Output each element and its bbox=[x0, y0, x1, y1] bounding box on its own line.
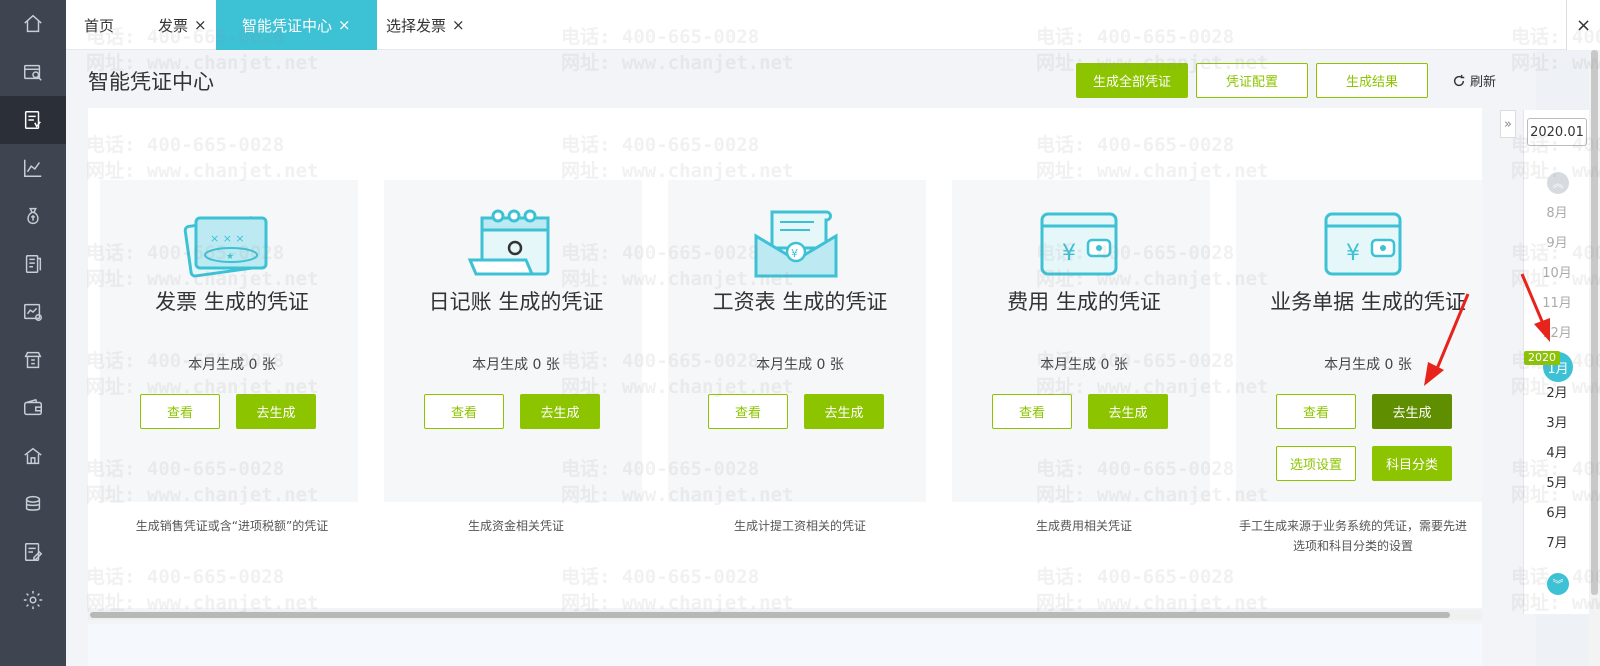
svg-text:¥: ¥ bbox=[1062, 241, 1076, 266]
chevron-down-icon[interactable]: ︾ bbox=[1547, 573, 1569, 595]
invoice-ticket-icon: × × × ★ bbox=[183, 216, 268, 278]
card-title: 工资表 生成的凭证 bbox=[712, 290, 888, 314]
option-settings-button[interactable]: 选项设置 bbox=[1276, 446, 1356, 481]
month-item[interactable]: 9月 bbox=[1524, 232, 1590, 251]
month-item[interactable]: 11月 bbox=[1524, 292, 1590, 311]
lower-panel bbox=[88, 624, 1482, 666]
refresh-icon bbox=[1453, 74, 1465, 86]
card-title: 日记账 生成的凭证 bbox=[428, 290, 604, 314]
salary-envelope-icon: ¥ bbox=[754, 210, 838, 278]
card-count: 本月生成 0 张 bbox=[1040, 357, 1128, 373]
period-input[interactable]: 2020.01 bbox=[1527, 118, 1587, 146]
view-button[interactable]: 查看 bbox=[1276, 394, 1356, 429]
card-title: 发票 生成的凭证 bbox=[155, 290, 309, 314]
tab-home[interactable]: 首页 bbox=[84, 0, 114, 50]
month-item[interactable]: 10月 bbox=[1524, 262, 1590, 281]
card-description-line-2: 选项和科目分类的设置 bbox=[1292, 539, 1413, 553]
close-icon[interactable]: × bbox=[194, 16, 207, 34]
close-icon[interactable]: × bbox=[452, 16, 465, 34]
tab-label: 首页 bbox=[84, 16, 115, 35]
voucher-config-button[interactable]: 凭证配置 bbox=[1196, 63, 1308, 98]
month-item[interactable]: 3月 bbox=[1524, 412, 1590, 431]
tab-invoice[interactable]: 发票 × bbox=[158, 0, 207, 50]
nav-chart-icon[interactable] bbox=[0, 144, 66, 192]
tab-label: 选择发票 bbox=[386, 16, 447, 35]
nav-coins-icon[interactable] bbox=[0, 480, 66, 528]
month-item[interactable]: 12月 bbox=[1524, 322, 1590, 341]
nav-house-icon[interactable] bbox=[0, 432, 66, 480]
nav-wallet-icon[interactable] bbox=[0, 384, 66, 432]
card-count: 本月生成 0 张 bbox=[1324, 357, 1412, 373]
svg-text:× × ×: × × × bbox=[210, 232, 245, 245]
expense-wallet-icon: ¥ bbox=[1040, 212, 1118, 276]
generate-button[interactable]: 去生成 bbox=[1372, 394, 1452, 429]
tab-label: 发票 bbox=[158, 16, 189, 35]
generate-button[interactable]: 去生成 bbox=[520, 394, 600, 429]
card-description: 生成费用相关凭证 bbox=[1035, 519, 1132, 533]
svg-text:¥: ¥ bbox=[1346, 241, 1360, 266]
refresh-button[interactable]: 刷新 bbox=[1452, 63, 1496, 98]
subject-classification-button[interactable]: 科目分类 bbox=[1372, 446, 1452, 481]
nav-document-edit-icon[interactable] bbox=[0, 528, 66, 576]
view-button[interactable]: 查看 bbox=[140, 394, 220, 429]
month-item[interactable]: 5月 bbox=[1524, 472, 1590, 491]
refresh-label: 刷新 bbox=[1470, 75, 1497, 90]
month-item[interactable]: 2月 bbox=[1524, 382, 1590, 401]
card-description: 生成销售凭证或含“进项税额”的凭证 bbox=[135, 519, 329, 533]
tab-label: 智能凭证中心 bbox=[242, 16, 333, 35]
main-area: 智能凭证中心 生成全部凭证 凭证配置 生成结果 刷新 × × × ★ 发票 生成… bbox=[66, 50, 1536, 666]
nav-search-doc-icon[interactable] bbox=[0, 48, 66, 96]
month-item[interactable]: 6月 bbox=[1524, 502, 1590, 521]
nav-ledger-icon[interactable] bbox=[0, 240, 66, 288]
month-item[interactable]: 4月 bbox=[1524, 442, 1590, 461]
view-button[interactable]: 查看 bbox=[708, 394, 788, 429]
nav-building-icon[interactable] bbox=[0, 336, 66, 384]
scrollbar-thumb[interactable] bbox=[90, 612, 1450, 618]
close-all-tabs-button[interactable]: × bbox=[1566, 0, 1600, 50]
card-description-line-1: 手工生成来源于业务系统的凭证，需要先进 bbox=[1238, 519, 1467, 533]
journal-calendar-icon bbox=[467, 209, 550, 276]
business-wallet-icon: ¥ bbox=[1324, 212, 1402, 276]
card-count: 本月生成 0 张 bbox=[756, 357, 844, 373]
month-panel: 2020.01 ︽ 8月 9月 10月 11月 12月 1月 2020 2月 3… bbox=[1523, 110, 1589, 614]
generate-button[interactable]: 去生成 bbox=[804, 394, 884, 429]
card-description: 生成计提工资相关的凭证 bbox=[733, 519, 866, 533]
left-nav bbox=[0, 0, 66, 666]
card-count: 本月生成 0 张 bbox=[188, 357, 276, 373]
nav-voucher-icon[interactable] bbox=[0, 96, 66, 144]
view-button[interactable]: 查看 bbox=[992, 394, 1072, 429]
nav-money-bag-icon[interactable] bbox=[0, 192, 66, 240]
card-title: 费用 生成的凭证 bbox=[1007, 290, 1161, 314]
horizontal-scrollbar[interactable] bbox=[88, 610, 1482, 620]
tab-smart-voucher-center[interactable]: 智能凭证中心 × bbox=[216, 0, 377, 50]
app: 首页 发票 × 智能凭证中心 × 选择发票 × × 智能凭证中心 生成全部凭证 … bbox=[0, 0, 1600, 666]
card-count: 本月生成 0 张 bbox=[472, 357, 560, 373]
tab-select-invoice[interactable]: 选择发票 × bbox=[386, 0, 465, 50]
generate-button[interactable]: 去生成 bbox=[236, 394, 316, 429]
chevron-up-icon[interactable]: ︽ bbox=[1547, 172, 1569, 194]
card-description: 手工生成来源于业务系统的凭证，需要先进 选项和科目分类的设置 bbox=[1224, 516, 1482, 556]
svg-text:★: ★ bbox=[226, 252, 234, 262]
card-title: 业务单据 生成的凭证 bbox=[1270, 290, 1466, 314]
generate-results-button[interactable]: 生成结果 bbox=[1316, 63, 1428, 98]
generate-button[interactable]: 去生成 bbox=[1088, 394, 1168, 429]
close-icon[interactable]: × bbox=[338, 16, 351, 34]
cards-container: × × × ★ 发票 生成的凭证 本月生成 0 张 查看 去生成 生成销售凭证或… bbox=[88, 108, 1482, 608]
svg-text:¥: ¥ bbox=[791, 247, 798, 260]
view-button[interactable]: 查看 bbox=[424, 394, 504, 429]
card-description: 生成资金相关凭证 bbox=[467, 519, 564, 533]
scrollbar-thumb[interactable] bbox=[1591, 50, 1598, 595]
nav-settings-gear-icon[interactable] bbox=[0, 576, 66, 624]
month-item[interactable]: 7月 bbox=[1524, 532, 1590, 551]
page-title: 智能凭证中心 bbox=[88, 70, 214, 94]
month-item[interactable]: 8月 bbox=[1524, 202, 1590, 221]
generate-all-vouchers-button[interactable]: 生成全部凭证 bbox=[1076, 63, 1188, 98]
collapse-panel-icon[interactable]: » bbox=[1500, 110, 1516, 138]
year-badge: 2020 bbox=[1524, 351, 1560, 365]
vertical-scrollbar[interactable] bbox=[1589, 50, 1600, 666]
nav-report-icon[interactable] bbox=[0, 288, 66, 336]
nav-home-icon[interactable] bbox=[0, 0, 66, 48]
tab-bar: 首页 发票 × 智能凭证中心 × 选择发票 × × bbox=[66, 0, 1600, 50]
